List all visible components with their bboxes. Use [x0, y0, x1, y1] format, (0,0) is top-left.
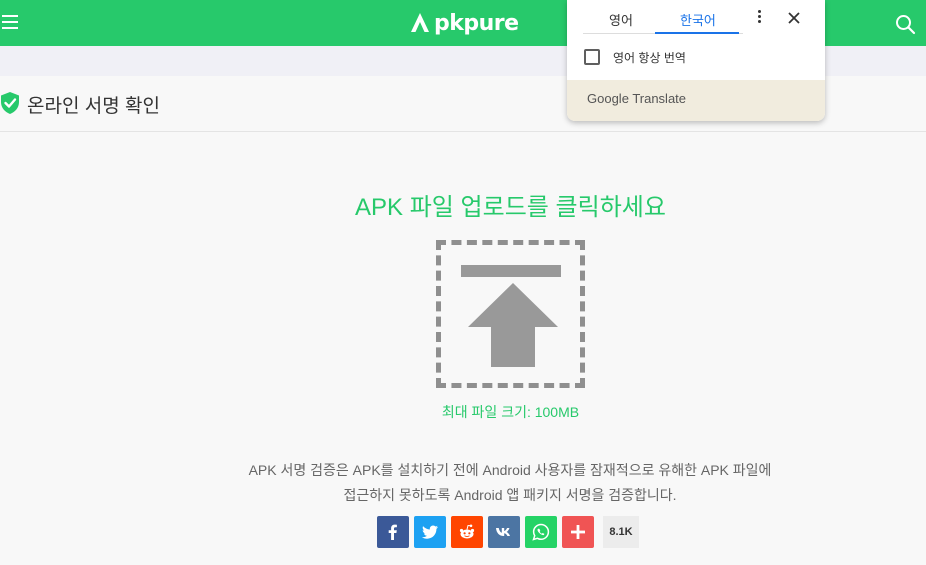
google-translate-popup: 영어 한국어 영어 항상 번역 Google Translate: [567, 0, 825, 121]
apkpure-logo-icon: [411, 13, 429, 32]
logo-text: pkpure: [434, 10, 519, 36]
search-icon[interactable]: [894, 13, 916, 35]
description-line-2: 접근하지 못하도록 Android 앱 패키지 서명을 검증합니다.: [343, 487, 677, 503]
share-bar: 8.1K: [377, 516, 639, 548]
always-translate-label: 영어 항상 번역: [613, 51, 686, 65]
plus-icon: [571, 525, 585, 539]
facebook-share-button[interactable]: [377, 516, 409, 548]
translate-language-tabs: 영어 한국어: [583, 0, 743, 34]
hamburger-menu-icon[interactable]: [2, 15, 18, 31]
description-line-1: APK 서명 검증은 APK를 설치하기 전에 Android 사용자를 잠재적…: [248, 462, 772, 478]
shield-check-icon: [1, 92, 19, 114]
whatsapp-icon: [532, 523, 550, 541]
twitter-share-button[interactable]: [414, 516, 446, 548]
more-share-button[interactable]: [562, 516, 594, 548]
whatsapp-share-button[interactable]: [525, 516, 557, 548]
brand-translate: Translate: [632, 91, 687, 106]
upload-dropzone[interactable]: [436, 240, 585, 388]
share-count: 8.1K: [603, 516, 639, 548]
close-icon[interactable]: [786, 10, 802, 26]
page-title: 온라인 서명 확인: [27, 96, 160, 117]
translate-footer: Google Translate: [567, 80, 825, 121]
upload-title: APK 파일 업로드를 클릭하세요: [355, 194, 666, 221]
reddit-share-button[interactable]: [451, 516, 483, 548]
upload-arrow-icon: [468, 283, 558, 367]
tab-target-language[interactable]: 한국어: [680, 10, 716, 29]
description: APK 서명 검증은 APK를 설치하기 전에 Android 사용자를 잠재적…: [200, 458, 820, 508]
more-options-icon[interactable]: [753, 10, 765, 26]
google-translate-brand: Google Translate: [587, 91, 686, 106]
max-file-size: 최대 파일 크기: 100MB: [441, 404, 580, 420]
active-tab-indicator: [655, 32, 739, 34]
apkpure-logo[interactable]: pkpure: [408, 8, 519, 38]
vk-icon: [496, 528, 510, 536]
vk-share-button[interactable]: [488, 516, 520, 548]
upload-bar: [461, 265, 561, 277]
brand-google: Google: [587, 91, 629, 106]
always-translate-checkbox[interactable]: [584, 49, 600, 65]
twitter-icon: [421, 525, 438, 539]
tab-source-language[interactable]: 영어: [609, 10, 633, 29]
facebook-icon: [388, 524, 397, 540]
reddit-icon: [459, 524, 475, 539]
